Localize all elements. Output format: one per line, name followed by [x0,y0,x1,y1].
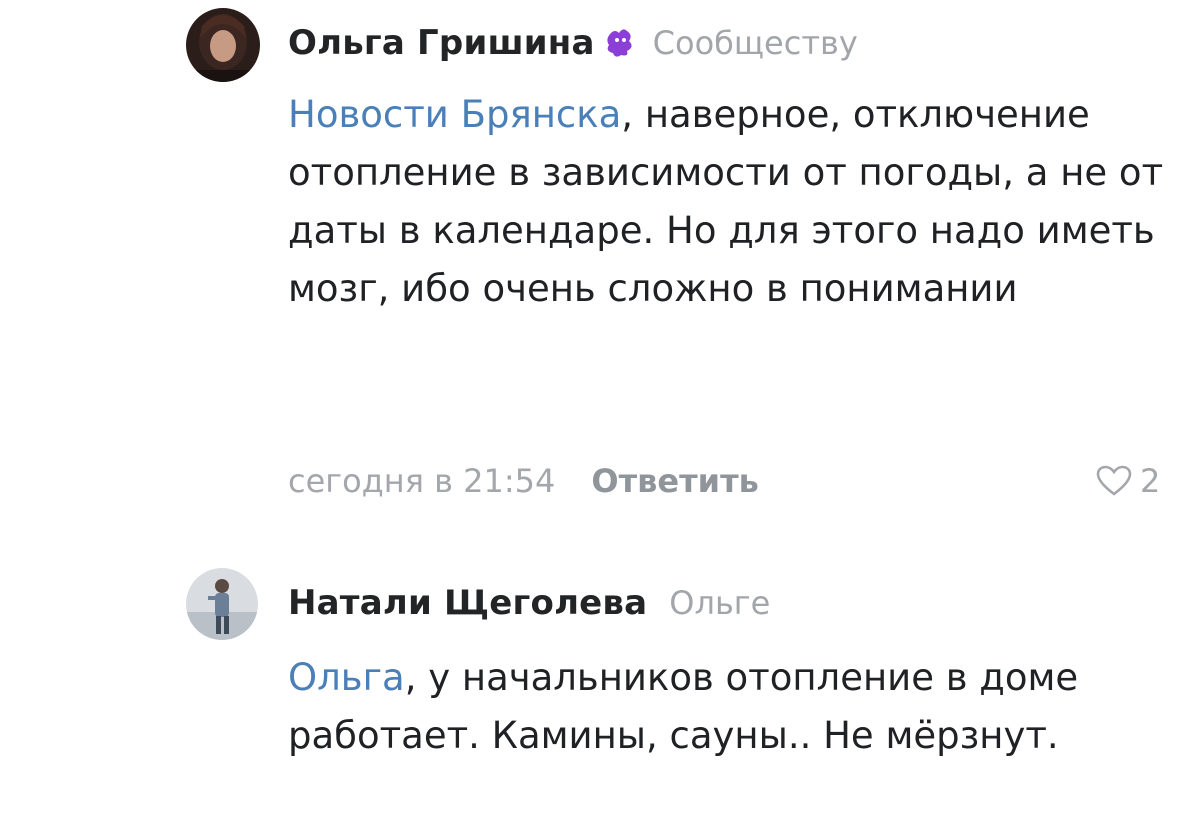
author-name[interactable]: Натали Щеголева [288,583,647,623]
avatar-olga[interactable] [186,8,260,82]
comment-body: Ольга, у начальников отопление в доме ра… [288,649,1168,765]
reply-target[interactable]: Сообществу [653,24,858,62]
comment-text: , у начальников отопление в доме работае… [288,656,1079,757]
reply-button[interactable]: Ответить [591,462,758,500]
mention-link[interactable]: Новости Брянска [288,93,621,136]
comment-header: Натали Щеголева Ольге [288,583,770,623]
user-photo-icon [186,8,260,82]
author-name[interactable]: Ольга Гришина [288,23,595,63]
comment-body: Новости Брянска, наверное, отключение от… [288,86,1168,318]
mention-link[interactable]: Ольга [288,656,405,699]
like-button[interactable]: 2 [1096,462,1160,500]
timestamp[interactable]: сегодня в 21:54 [288,462,555,500]
avatar-natali[interactable] [186,568,258,640]
purple-emoji-badge-icon [605,27,635,59]
comment-meta: сегодня в 21:54 Ответить [288,462,759,500]
user-photo-icon [186,568,258,640]
reply-target[interactable]: Ольге [669,584,770,622]
comment-header: Ольга Гришина Сообществу [288,23,858,63]
like-count: 2 [1140,462,1161,500]
heart-icon [1096,465,1132,496]
